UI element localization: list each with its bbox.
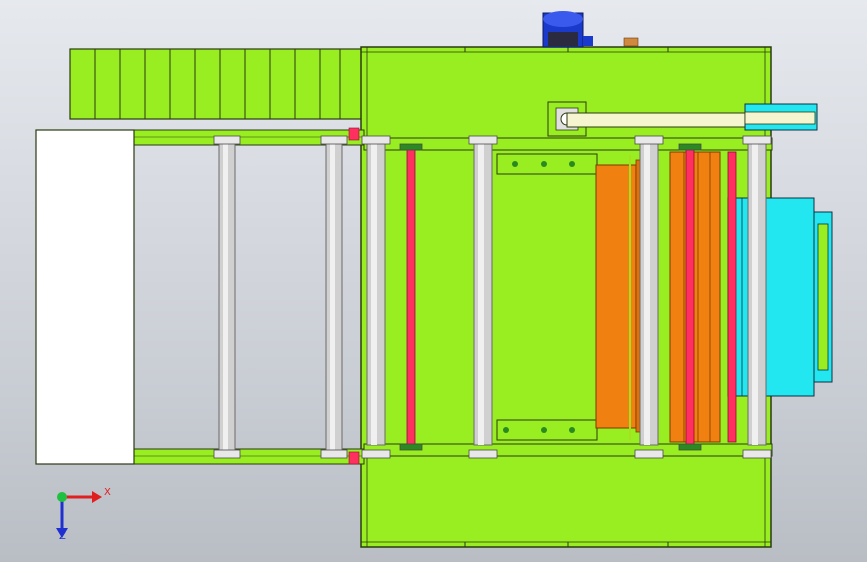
cad-viewport[interactable]: [0, 0, 867, 562]
white-input-panel[interactable]: [35, 129, 135, 465]
red-rod[interactable]: [685, 146, 695, 446]
motor-icon[interactable]: [542, 11, 639, 48]
axis-z-label: Z: [59, 531, 66, 542]
red-rod[interactable]: [727, 151, 737, 443]
perforated-plate-top: [496, 153, 598, 175]
perforated-plate-bottom: [496, 419, 598, 441]
slat-conveyor[interactable]: [69, 48, 363, 120]
connectors: [348, 127, 360, 465]
red-rod[interactable]: [406, 146, 416, 446]
cyan-side-unit[interactable]: [727, 197, 833, 397]
roller[interactable]: [473, 142, 493, 446]
roller[interactable]: [639, 142, 659, 446]
roller[interactable]: [325, 140, 343, 454]
roller[interactable]: [218, 140, 236, 454]
roller[interactable]: [747, 142, 767, 446]
axis-x-label: X: [104, 487, 111, 498]
roller[interactable]: [366, 142, 386, 446]
